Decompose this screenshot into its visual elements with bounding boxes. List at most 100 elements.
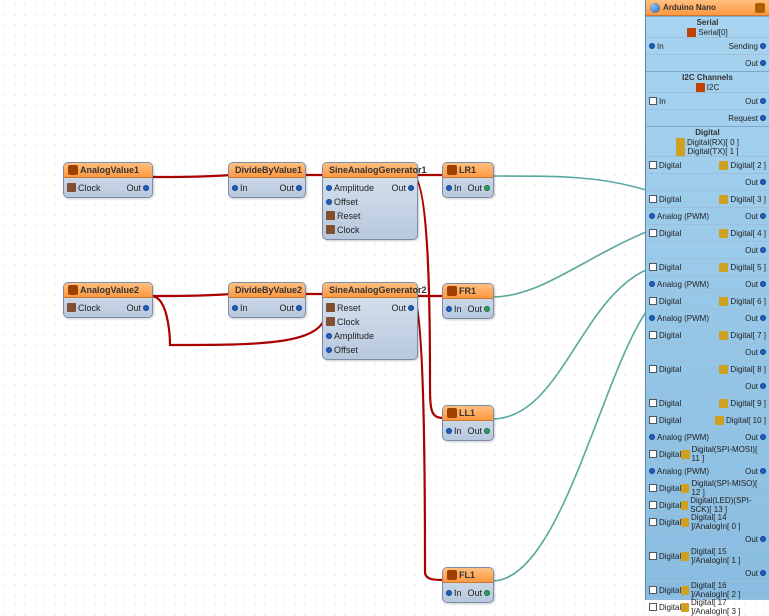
checkbox[interactable] [649,97,657,105]
pin-out[interactable] [760,281,766,287]
pin-pwm[interactable] [649,434,655,440]
pin-out[interactable] [760,349,766,355]
pin-out[interactable] [296,185,302,191]
pin-out[interactable] [760,213,766,219]
digital-8-out[interactable]: Out [646,377,769,394]
node-sineanaloggenerator2[interactable]: SineAnalogGenerator2 ResetOut Clock Ampl… [322,282,418,360]
pin-out[interactable] [408,305,414,311]
node-arduino-nano[interactable]: Arduino Nano Serial Serial[0] InSending … [645,0,769,600]
pin-pwm[interactable] [649,213,655,219]
checkbox[interactable] [649,331,657,339]
digital-7-out[interactable]: Out [646,343,769,360]
digital-7-row[interactable]: DigitalDigital[ 7 ] [646,326,769,343]
pin-in[interactable] [446,306,452,312]
pin-out[interactable] [484,590,490,596]
pin-out[interactable] [760,179,766,185]
pin-sending[interactable] [760,43,766,49]
checkbox[interactable] [649,501,657,509]
digital-17-row[interactable]: DigitalDigital[ 17 ]/AnalogIn[ 3 ] [646,598,769,615]
checkbox[interactable] [649,399,657,407]
digital-14-out[interactable]: Out [646,530,769,547]
pin-pwm[interactable] [649,281,655,287]
checkbox[interactable] [649,161,657,169]
pin-offset[interactable] [326,199,332,205]
pin-label: Digital [659,161,681,170]
digital-8-row[interactable]: DigitalDigital[ 8 ] [646,360,769,377]
checkbox[interactable] [649,552,657,560]
digital-6-row[interactable]: DigitalDigital[ 6 ] [646,292,769,309]
pin-in[interactable] [232,185,238,191]
digital-13-row[interactable]: DigitalDigital(LED)(SPI-SCK)[ 13 ] [646,496,769,513]
node-lr1[interactable]: LR1 In Out [442,162,494,198]
checkbox[interactable] [649,586,657,594]
digital-4-out[interactable]: Out [646,241,769,258]
digital-2-out[interactable]: Out [646,173,769,190]
digital-15-out[interactable]: Out [646,564,769,581]
digital-12-row[interactable]: DigitalDigital(SPI-MISO)[ 12 ] [646,479,769,496]
pin-in[interactable] [446,590,452,596]
digital-14-row[interactable]: DigitalDigital[ 14 ]/AnalogIn[ 0 ] [646,513,769,530]
pin-amplitude[interactable] [326,185,332,191]
digital-15-row[interactable]: DigitalDigital[ 15 ]/AnalogIn[ 1 ] [646,547,769,564]
digital-10-row[interactable]: DigitalDigital[ 10 ] [646,411,769,428]
pin-out[interactable] [760,570,766,576]
checkbox[interactable] [649,603,657,611]
node-sineanaloggenerator1[interactable]: SineAnalogGenerator1 AmplitudeOut Offset… [322,162,418,240]
pin-out[interactable] [760,247,766,253]
node-ll1[interactable]: LL1 In Out [442,405,494,441]
node-fr1[interactable]: FR1 In Out [442,283,494,319]
checkbox[interactable] [649,263,657,271]
pin-request[interactable] [760,115,766,121]
checkbox[interactable] [649,229,657,237]
pin-offset[interactable] [326,347,332,353]
gear-icon[interactable] [755,3,765,13]
checkbox[interactable] [649,365,657,373]
node-dividebyvalue2[interactable]: DivideByValue2 In Out [228,282,306,318]
checkbox[interactable] [649,297,657,305]
digital-11-pwm[interactable]: Analog (PWM)Out [646,462,769,479]
pin-out[interactable] [296,305,302,311]
pin-out[interactable] [143,305,149,311]
checkbox[interactable] [649,484,657,492]
pin-amplitude[interactable] [326,333,332,339]
node-dividebyvalue1[interactable]: DivideByValue1 In Out [228,162,306,198]
digital-10-pwm[interactable]: Analog (PWM)Out [646,428,769,445]
pin-label: Digital[ 15 ]/AnalogIn[ 1 ] [691,547,766,565]
digital-11-row[interactable]: DigitalDigital(SPI-MOSI)[ 11 ] [646,445,769,462]
pin-pwm[interactable] [649,315,655,321]
pin-out[interactable] [760,315,766,321]
digital-5-pwm[interactable]: Analog (PWM)Out [646,275,769,292]
pin-out[interactable] [760,536,766,542]
pin-pwm[interactable] [649,468,655,474]
node-analogvalue1[interactable]: AnalogValue1 Clock Out [63,162,153,198]
digital-4-row[interactable]: DigitalDigital[ 4 ] [646,224,769,241]
pin-out[interactable] [760,468,766,474]
checkbox[interactable] [649,450,657,458]
pin-out[interactable] [760,60,766,66]
digital-2-row[interactable]: DigitalDigital[ 2 ] [646,156,769,173]
digital-5-row[interactable]: DigitalDigital[ 5 ] [646,258,769,275]
pin-out[interactable] [484,306,490,312]
pin-out[interactable] [484,185,490,191]
pin-out[interactable] [760,383,766,389]
digital-3-pwm[interactable]: Analog (PWM)Out [646,207,769,224]
pin-out[interactable] [760,434,766,440]
digital-3-row[interactable]: DigitalDigital[ 3 ] [646,190,769,207]
digital-6-pwm[interactable]: Analog (PWM)Out [646,309,769,326]
checkbox[interactable] [649,195,657,203]
pin-in[interactable] [446,428,452,434]
pin-out[interactable] [760,98,766,104]
pin-in[interactable] [232,305,238,311]
digital-icon [681,501,688,510]
node-analogvalue2[interactable]: AnalogValue2 Clock Out [63,282,153,318]
pin-out[interactable] [408,185,414,191]
digital-9-row[interactable]: DigitalDigital[ 9 ] [646,394,769,411]
pin-in[interactable] [446,185,452,191]
pin-in[interactable] [649,43,655,49]
node-fl1[interactable]: FL1 In Out [442,567,494,603]
checkbox[interactable] [649,518,657,526]
pin-out[interactable] [143,185,149,191]
checkbox[interactable] [649,416,657,424]
pin-out[interactable] [484,428,490,434]
digital-16-row[interactable]: DigitalDigital[ 16 ]/AnalogIn[ 2 ] [646,581,769,598]
